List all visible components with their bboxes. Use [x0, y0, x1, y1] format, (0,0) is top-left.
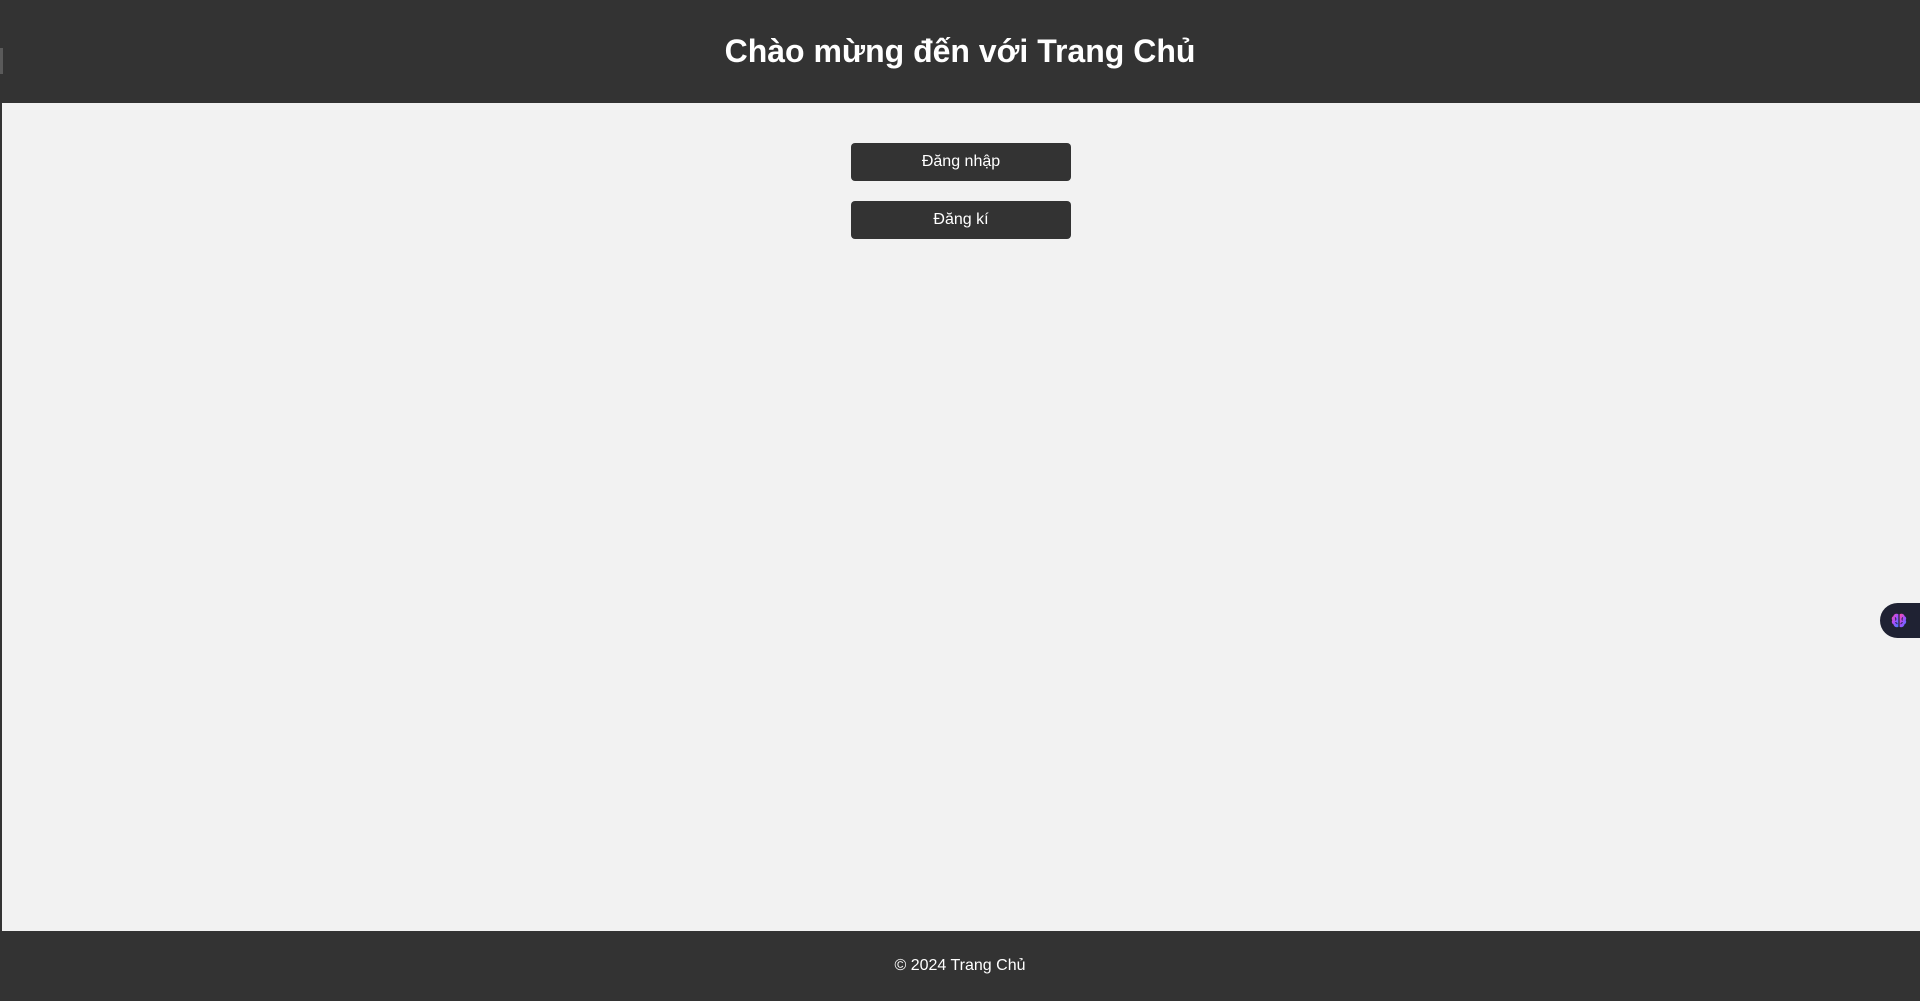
- assistant-widget-button[interactable]: [1880, 603, 1920, 638]
- login-button[interactable]: Đăng nhập: [851, 143, 1071, 181]
- register-button[interactable]: Đăng kí: [851, 201, 1071, 239]
- page: Chào mừng đến với Trang Chủ Đăng nhập Đă…: [0, 0, 1920, 1001]
- action-buttons: Đăng nhập Đăng kí: [851, 143, 1071, 239]
- brain-icon: [1890, 612, 1908, 630]
- site-header: Chào mừng đến với Trang Chủ: [0, 0, 1920, 103]
- left-edge-notch: [0, 48, 3, 74]
- footer-copyright: © 2024 Trang Chủ: [894, 957, 1026, 974]
- site-footer: © 2024 Trang Chủ: [0, 931, 1920, 1001]
- left-edge-border: [0, 0, 2, 1001]
- page-title: Chào mừng đến với Trang Chủ: [724, 32, 1196, 69]
